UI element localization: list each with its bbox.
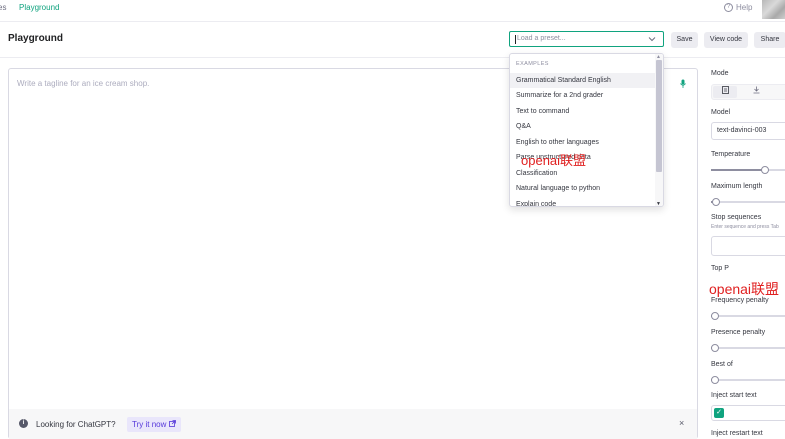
temperature-slider[interactable] bbox=[711, 166, 785, 174]
preset-option[interactable]: Q&A bbox=[510, 119, 657, 134]
settings-sidebar: Mode Model text-davinci-003 Temperature … bbox=[711, 58, 785, 439]
mode-label: Mode bbox=[711, 70, 729, 77]
slider-thumb[interactable] bbox=[711, 312, 719, 320]
preset-option[interactable]: Grammatical Standard English bbox=[510, 73, 657, 88]
mode-edit-button[interactable] bbox=[776, 86, 785, 98]
chevron-down-icon bbox=[647, 33, 657, 47]
preset-option[interactable]: Natural language to python bbox=[510, 181, 657, 196]
preset-option[interactable]: Text to command bbox=[510, 104, 657, 119]
best-of-slider[interactable] bbox=[711, 376, 785, 384]
maximum-length-slider[interactable] bbox=[711, 198, 785, 206]
frequency-penalty-label: Frequency penalty bbox=[711, 297, 769, 304]
watermark: openai联盟 bbox=[521, 153, 587, 168]
mode-toggle-group bbox=[711, 84, 785, 100]
avatar[interactable] bbox=[762, 0, 785, 19]
slider-thumb[interactable] bbox=[711, 376, 719, 384]
preset-option[interactable]: Classification bbox=[510, 166, 657, 181]
help-link[interactable]: ? Help bbox=[724, 3, 752, 12]
watermark: openai联盟 bbox=[709, 281, 780, 297]
mode-complete-button[interactable] bbox=[713, 86, 737, 98]
info-icon: i bbox=[19, 419, 28, 428]
slider-track bbox=[711, 201, 785, 203]
slider-thumb[interactable] bbox=[712, 198, 721, 206]
view-code-button[interactable]: View code bbox=[704, 32, 748, 48]
slider-track bbox=[711, 315, 785, 317]
model-label: Model bbox=[711, 109, 731, 116]
slider-fill bbox=[711, 169, 766, 171]
slider-thumb[interactable] bbox=[711, 344, 719, 352]
top-nav: es Playground ? Help bbox=[0, 0, 785, 22]
banner-message: Looking for ChatGPT? bbox=[36, 420, 116, 429]
best-of-label: Best of bbox=[711, 361, 733, 368]
editor-placeholder: Write a tagline for an ice cream shop. bbox=[17, 79, 150, 88]
page-header: Playground Load a preset... Save View co… bbox=[0, 22, 785, 58]
try-it-now-label: Try it now bbox=[132, 420, 167, 429]
model-select[interactable]: text-davinci-003 bbox=[711, 122, 785, 140]
slider-track bbox=[711, 347, 785, 349]
dropdown-scrollbar[interactable]: ▲ ▼ bbox=[655, 54, 663, 206]
inject-start-label: Inject start text bbox=[711, 392, 757, 399]
slider-track bbox=[711, 379, 785, 381]
presence-penalty-slider[interactable] bbox=[711, 344, 785, 352]
chatgpt-banner: i Looking for ChatGPT? Try it now × bbox=[9, 409, 697, 439]
top-p-label: Top P bbox=[711, 265, 729, 272]
text-caret bbox=[515, 35, 516, 44]
preset-option[interactable]: Explain code bbox=[510, 197, 657, 206]
banner-close-button[interactable]: × bbox=[679, 418, 684, 428]
inject-start-input[interactable]: ✓ bbox=[711, 405, 785, 421]
document-icon bbox=[721, 86, 729, 94]
try-it-now-link[interactable]: Try it now bbox=[127, 417, 182, 432]
scrollbar-thumb[interactable] bbox=[656, 60, 662, 172]
microphone-icon[interactable] bbox=[680, 79, 686, 89]
stop-sequences-input[interactable] bbox=[711, 236, 785, 256]
download-arrow-icon bbox=[753, 86, 759, 94]
mode-insert-button[interactable] bbox=[744, 86, 768, 98]
preset-option[interactable]: Summarize for a 2nd grader bbox=[510, 88, 657, 103]
preset-select[interactable]: Load a preset... bbox=[509, 31, 664, 47]
stop-sequences-label: Stop sequences bbox=[711, 214, 762, 221]
share-button[interactable]: Share bbox=[754, 32, 785, 48]
preset-option[interactable]: English to other languages bbox=[510, 135, 657, 150]
breadcrumb-playground[interactable]: Playground bbox=[19, 3, 59, 12]
save-button[interactable]: Save bbox=[671, 32, 698, 48]
inject-start-checkbox[interactable]: ✓ bbox=[714, 408, 724, 418]
page-title: Playground bbox=[8, 33, 64, 44]
breadcrumb-prev[interactable]: es bbox=[0, 3, 6, 12]
help-label: Help bbox=[736, 3, 753, 12]
presence-penalty-label: Presence penalty bbox=[711, 329, 766, 336]
frequency-penalty-slider[interactable] bbox=[711, 312, 785, 320]
dropdown-section-header: EXAMPLES bbox=[516, 61, 549, 67]
maximum-length-label: Maximum length bbox=[711, 183, 763, 190]
preset-dropdown: EXAMPLES Grammatical Standard English Su… bbox=[509, 53, 664, 207]
slider-thumb[interactable] bbox=[761, 166, 770, 174]
inject-restart-label: Inject restart text bbox=[711, 430, 763, 437]
scroll-down-arrow-icon[interactable]: ▼ bbox=[656, 201, 661, 206]
help-icon: ? bbox=[724, 3, 733, 12]
temperature-label: Temperature bbox=[711, 151, 751, 158]
external-link-icon bbox=[169, 417, 177, 432]
preset-placeholder: Load a preset... bbox=[517, 35, 566, 42]
stop-sequences-hint: Enter sequence and press Tab bbox=[711, 224, 779, 230]
